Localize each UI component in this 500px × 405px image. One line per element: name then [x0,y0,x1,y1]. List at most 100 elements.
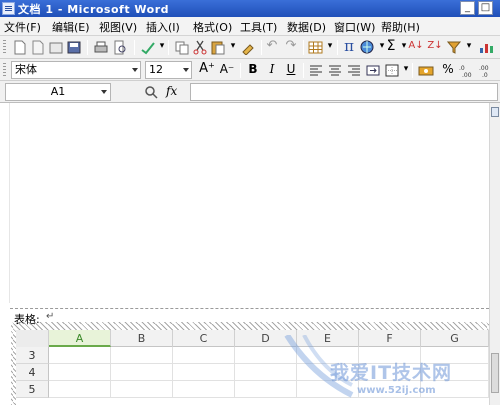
align-left-icon[interactable] [308,63,324,78]
toolbar-separator [168,40,169,55]
title-bar: 文档 1 - Microsoft Word _ □ [0,0,500,17]
table-cell[interactable] [173,381,235,398]
toolbar-separator [87,40,88,55]
window-title: 文档 1 - Microsoft Word [18,3,170,16]
minimize-button[interactable]: _ [460,1,475,15]
svg-text:.0: .0 [459,65,465,72]
function-icon[interactable]: fx [166,84,177,98]
column-header-a[interactable]: A [49,330,111,347]
table-cell[interactable] [111,364,173,381]
row-header-4[interactable]: 4 [16,364,49,381]
shrink-font-icon[interactable]: A⁻ [219,61,235,77]
print-preview-icon[interactable] [112,40,128,55]
row-header-3[interactable]: 3 [16,347,49,364]
cell-reference: A1 [50,85,66,98]
row-header-5[interactable]: 5 [16,381,49,398]
open-icon[interactable] [48,40,64,55]
maximize-button[interactable]: □ [478,1,493,15]
svg-text:.0: .0 [482,72,488,78]
toolbar-separator [412,63,413,78]
toolbar-separator [303,40,304,55]
toolbar-separator [240,63,241,78]
section-divider [10,308,489,309]
name-box[interactable]: A1 [5,83,111,101]
select-all-corner[interactable] [16,330,49,347]
currency-format-icon[interactable] [418,63,434,78]
font-name-value: 宋体 [15,63,37,76]
table-cell[interactable] [173,364,235,381]
align-right-icon[interactable] [346,63,362,78]
format-painter-icon[interactable] [240,40,256,55]
toolbar-separator [337,40,338,55]
menu-edit[interactable]: 编辑(E) [52,19,90,35]
page-marker-icon[interactable] [491,107,499,117]
svg-text:.00: .00 [479,65,489,72]
table-cell[interactable] [111,347,173,364]
redo-icon[interactable]: ↷ [283,38,299,54]
toolbar-grip[interactable] [3,63,6,77]
formula-input[interactable] [190,83,498,101]
svg-text:.00: .00 [462,72,472,78]
filter-dropdown-icon[interactable]: ▾ [461,38,477,54]
table-dropdown-icon[interactable]: ▾ [322,38,338,54]
menu-data[interactable]: 数据(D) [287,19,326,35]
paste-dropdown-icon[interactable]: ▾ [225,38,241,54]
paragraph-mark-icon: ↵ [46,311,55,322]
new-blank-icon[interactable] [30,40,46,55]
toolbar-separator [134,40,135,55]
undo-icon[interactable]: ↶ [264,38,280,54]
merge-cells-icon[interactable] [365,63,381,78]
sort-ascending-icon[interactable]: A↓ [408,38,424,54]
menu-bar: 文件(F) 编辑(E) 视图(V) 插入(I) 格式(O) 工具(T) 数据(D… [0,17,500,36]
increase-decimal-icon[interactable]: .0.00 [458,63,474,78]
chevron-down-icon[interactable] [101,90,107,94]
grow-font-icon[interactable]: A⁺ [199,61,215,77]
column-header-b[interactable]: B [111,330,173,347]
toolbar-grip[interactable] [3,40,6,54]
font-name-select[interactable]: 宋体 [11,61,141,79]
font-size-value: 12 [149,63,163,76]
table-cell[interactable] [173,347,235,364]
new-document-icon[interactable] [12,40,28,55]
menu-format[interactable]: 格式(O) [193,19,232,35]
menu-window[interactable]: 窗口(W) [334,19,375,35]
standard-toolbar: ▾ ▾ ↶ ↷ ▾ π ▾ Σ ▾ A↓ Z↓ ▾ [0,36,500,59]
menu-help[interactable]: 帮助(H) [381,19,420,35]
print-icon[interactable] [93,40,109,55]
toolbar-separator [303,63,304,78]
table-cell[interactable] [49,364,111,381]
font-size-select[interactable]: 12 [145,61,192,79]
cut-icon[interactable] [192,40,208,55]
watermark-text: 我爱IT技术网 [330,362,453,384]
save-icon[interactable] [66,40,82,55]
menu-tools[interactable]: 工具(T) [240,19,277,35]
menu-view[interactable]: 视图(V) [99,19,137,35]
table-cell[interactable] [49,381,111,398]
toolbar-separator [261,40,262,55]
table-cell[interactable] [111,381,173,398]
page-margin-guide [9,103,10,303]
menu-insert[interactable]: 插入(I) [146,19,180,35]
formula-bar: A1 fx [0,81,500,103]
align-center-icon[interactable] [327,63,343,78]
word-document-icon[interactable] [2,2,15,15]
column-header-c[interactable]: C [173,330,235,347]
chevron-down-icon[interactable] [183,68,189,72]
pi-formula-icon[interactable]: π [341,38,357,54]
table-cell[interactable] [49,347,111,364]
italic-button[interactable]: I [264,61,280,77]
decrease-decimal-icon[interactable]: .00.0 [478,63,494,78]
watermark-url: www.52ij.com [357,385,436,396]
copy-icon[interactable] [174,40,190,55]
formatting-toolbar: 宋体 12 A⁺ A⁻ B I U ▾ % .0.00 .00.0 [0,59,500,81]
chart-icon[interactable] [478,40,494,55]
underline-button[interactable]: U [283,61,299,77]
chevron-down-icon[interactable] [132,68,138,72]
menu-file[interactable]: 文件(F) [4,19,41,35]
scrollbar-thumb[interactable] [491,353,499,393]
zoom-icon[interactable] [144,85,159,99]
percent-style-button[interactable]: % [440,61,456,77]
bold-button[interactable]: B [245,61,261,77]
paste-icon[interactable] [210,40,226,55]
sort-descending-icon[interactable]: Z↓ [427,38,443,54]
